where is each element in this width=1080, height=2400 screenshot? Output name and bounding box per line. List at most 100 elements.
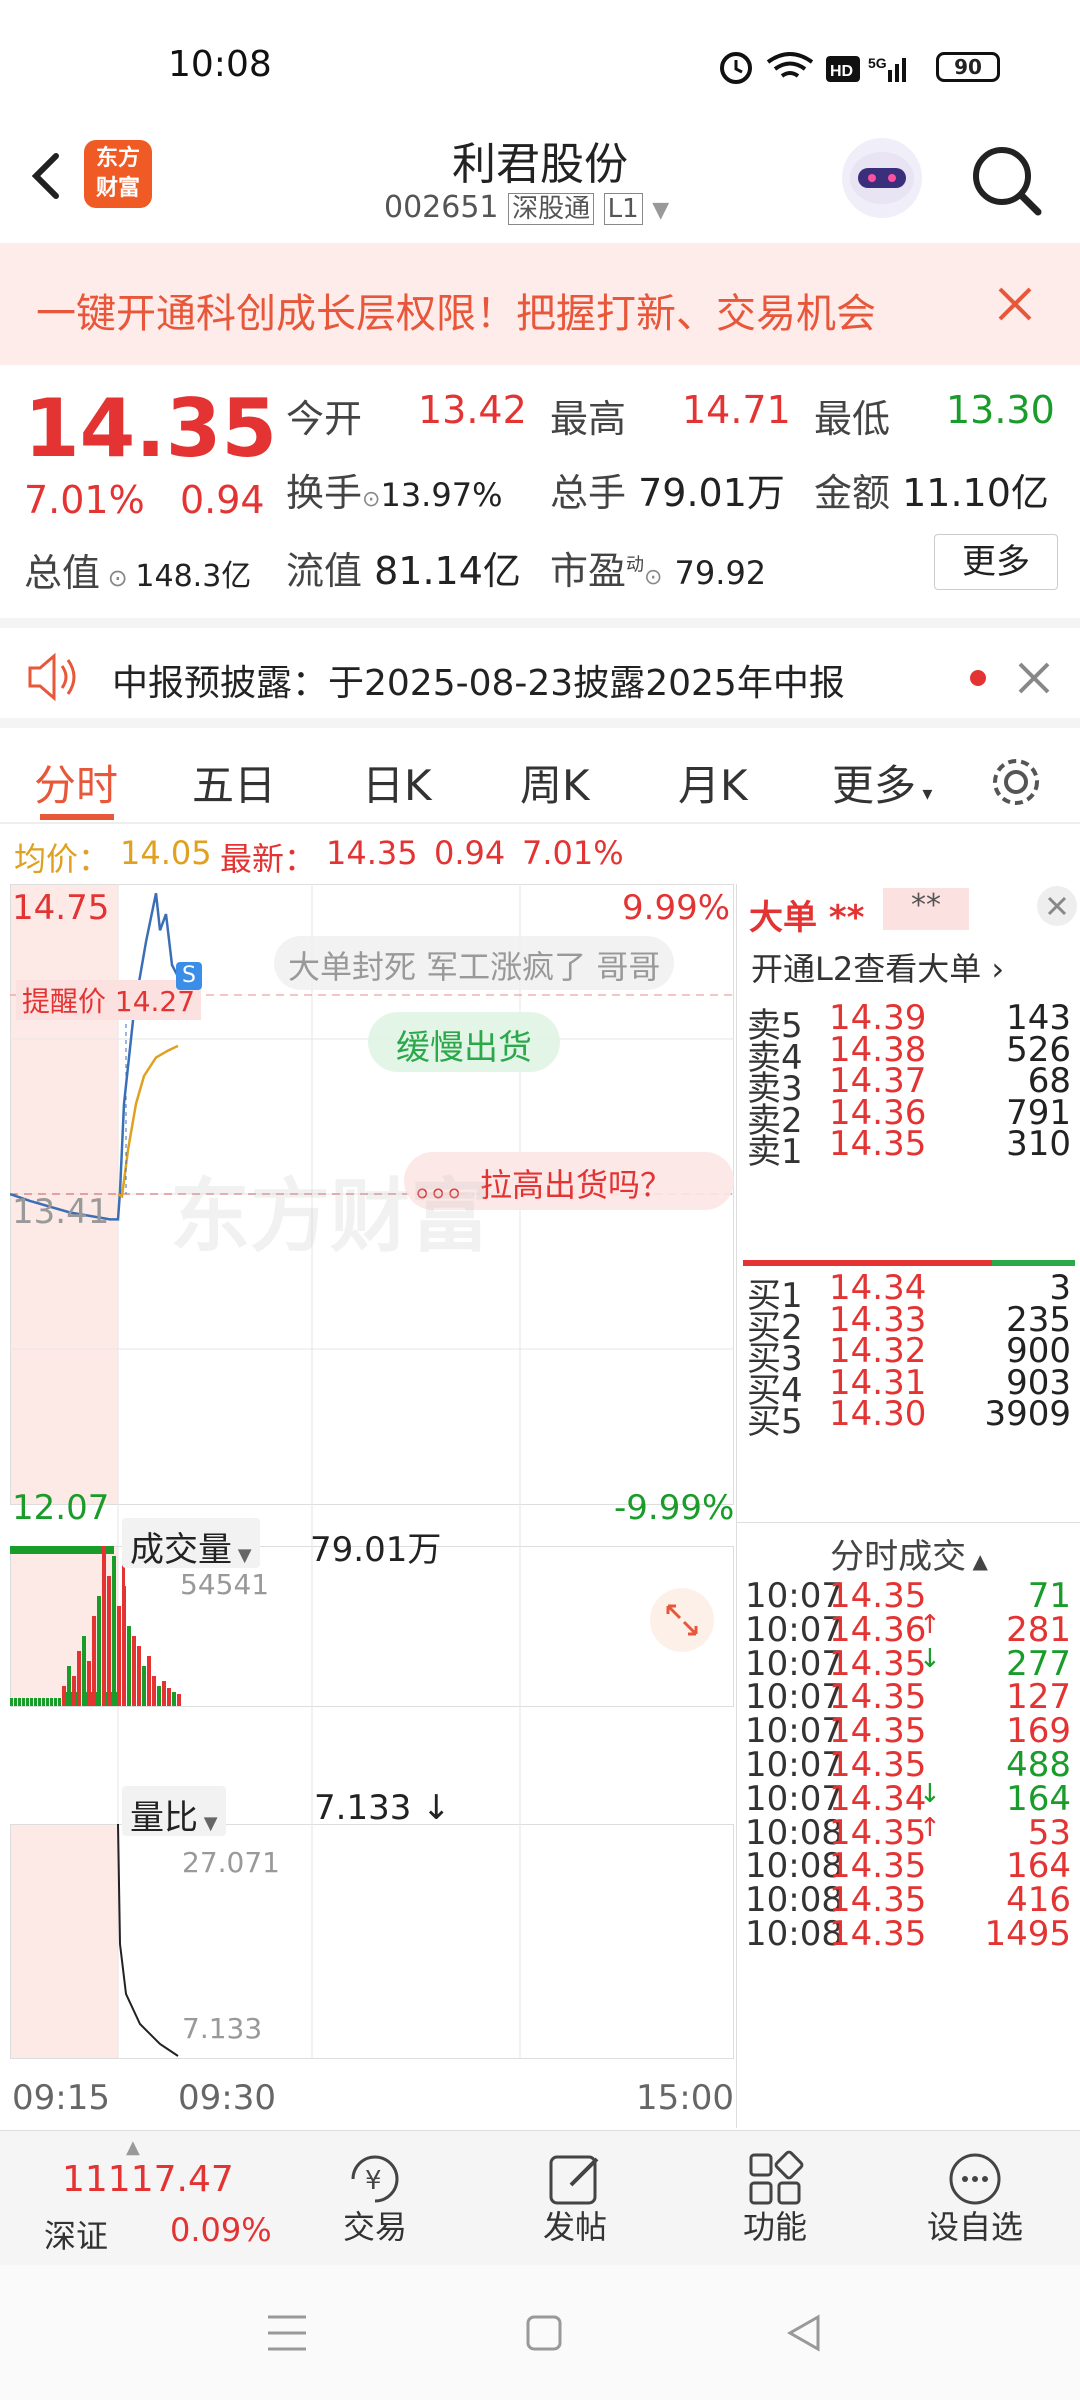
index-ticker[interactable]: ▲ 11117.47 深证 0.09%	[0, 2131, 280, 2266]
volume-bar	[97, 1596, 101, 1706]
level-tag: L1	[603, 193, 643, 225]
volume-bar	[117, 1606, 121, 1706]
mktcap-label: 总值 ⊙ 148.3亿	[24, 542, 251, 597]
unread-dot	[970, 670, 986, 686]
nav-post[interactable]: 发帖	[475, 2131, 675, 2266]
earnings-notice[interactable]: 中报预披露：于2025-08-23披露2025年中报	[0, 618, 1080, 718]
volume-bar	[14, 1698, 17, 1706]
trades-title: 分时成交	[830, 1537, 967, 1577]
volume-indicator-selector[interactable]: 成交量 ▼	[122, 1518, 260, 1570]
connect-tag: 深股通	[508, 193, 595, 225]
tab-monthly-k[interactable]: 月K	[678, 752, 748, 813]
robot-assistant-icon[interactable]	[842, 138, 922, 218]
back-icon[interactable]	[16, 136, 76, 216]
volume-bar	[18, 1698, 21, 1706]
order-book-panel: 大单 ** ** 开通L2查看大单 › 卖5 14.39 143 卖4 14.38 526…	[736, 884, 1080, 2128]
active-tab-underline	[40, 814, 114, 820]
volume-bar	[58, 1698, 61, 1706]
volume-bar	[10, 1546, 114, 1554]
tab-five-day[interactable]: 五日	[192, 752, 276, 813]
signal-s-badge[interactable]: S	[176, 962, 202, 990]
large-order-masked: **	[883, 888, 969, 930]
prev-close-label: 13.41	[12, 1192, 110, 1232]
info-icon[interactable]: ⊙	[362, 487, 380, 512]
change-pct: 7.01%	[24, 478, 145, 522]
expand-icon[interactable]	[650, 1588, 714, 1652]
stock-code-row[interactable]: 002651 深股通 L1 ▼	[384, 188, 704, 225]
y-max-label: 14.75	[12, 888, 110, 928]
bottom-nav: ▲ 11117.47 深证 0.09% ¥ 交易 发帖 功能 设自选	[0, 2130, 1080, 2265]
volume-bar	[162, 1681, 166, 1706]
volume-bar	[87, 1661, 91, 1706]
avg-value: 14.05	[120, 834, 212, 872]
volume-bar	[22, 1698, 25, 1706]
volume-bar	[122, 1546, 125, 1706]
volume-total: 79.01万	[310, 1530, 442, 1570]
ask-level-row[interactable]: 卖1 14.35 310	[737, 1120, 1080, 1172]
close-icon[interactable]	[990, 279, 1040, 329]
alert-price-label[interactable]: 提醒价 14.27	[16, 980, 202, 1020]
float-label: 流值	[286, 549, 363, 593]
more-button[interactable]: 更多	[934, 534, 1058, 590]
amount-label: 金额	[814, 471, 891, 515]
stock-name: 利君股份	[452, 139, 628, 190]
info-icon[interactable]: ⊙	[100, 564, 135, 592]
volume-bar	[46, 1698, 49, 1706]
home-icon[interactable]	[520, 2309, 568, 2357]
volume-ratio-line	[117, 1823, 179, 2057]
volume-bar	[147, 1656, 151, 1706]
trade-price: 14.35	[829, 1914, 927, 1954]
price-summary-line: 均价： 14.05 最新： 14.35 0.94 7.01%	[0, 826, 1080, 882]
float-row: 流值 81.14亿	[286, 540, 521, 595]
logo-line1: 东方	[95, 146, 140, 171]
volume-bar	[137, 1646, 141, 1706]
intraday-chart[interactable]: 14.75 12.07 9.99% -9.99% 13.41 提醒价 14.27…	[9, 884, 734, 2128]
nav-trade[interactable]: ¥ 交易	[275, 2131, 475, 2266]
ratio-value: 7.133 ↓	[314, 1788, 451, 1828]
status-bar: 10:08 HD 5G 90	[0, 0, 1080, 120]
trade-arrow-icon: ↓	[919, 1778, 941, 1809]
nav-features[interactable]: 功能	[675, 2131, 875, 2266]
large-order-label: 大单	[749, 898, 817, 938]
volume-bar	[132, 1636, 136, 1706]
l2-link-text: 开通L2查看大单	[751, 950, 982, 988]
nav-features-label: 功能	[742, 2208, 807, 2246]
volume-label: 总手	[550, 471, 627, 515]
search-icon[interactable]	[966, 140, 1046, 220]
pct-max-label: 9.99%	[622, 888, 731, 928]
back-nav-icon[interactable]	[780, 2309, 828, 2357]
volume-bar	[92, 1616, 96, 1706]
volume-bar	[30, 1698, 33, 1706]
comment-bubble-2[interactable]: 缓慢出货	[368, 1012, 560, 1072]
tab-weekly-k[interactable]: 周K	[520, 752, 590, 813]
volume-bar	[34, 1698, 37, 1706]
bid-level-row[interactable]: 买5 14.30 3909	[737, 1390, 1080, 1442]
tab-more[interactable]: 更多 ▾	[832, 752, 932, 813]
nav-add-watchlist[interactable]: 设自选	[875, 2131, 1075, 2266]
settings-gear-icon[interactable]	[988, 754, 1044, 810]
time-end-label: 15:00	[636, 2078, 734, 2118]
ask-volume: 310	[1006, 1124, 1071, 1164]
close-icon[interactable]	[1014, 658, 1054, 698]
comment-bubble-1[interactable]: 大单封死 军工涨疯了 哥哥	[274, 936, 675, 990]
close-icon[interactable]	[1037, 886, 1077, 926]
promo-banner[interactable]: 一键开通科创成长层权限！把握打新、交易机会	[0, 243, 1080, 365]
volume-bar	[77, 1651, 81, 1706]
volume-bar	[26, 1698, 29, 1706]
high-value: 14.71	[682, 388, 791, 432]
amount-value: 11.10亿	[902, 471, 1049, 515]
ratio-indicator-selector[interactable]: 量比 ▼	[122, 1786, 226, 1838]
pe-sup: 动	[626, 554, 645, 576]
tab-timeshare[interactable]: 分时	[34, 752, 118, 813]
quote-panel: 14.35 7.01% 0.94 总值 ⊙ 148.3亿 今开 13.42 最高…	[0, 366, 1080, 610]
l2-upgrade-link[interactable]: 开通L2查看大单 ›	[751, 944, 1004, 990]
trades-header[interactable]: 分时成交 ▲	[737, 1522, 1080, 1578]
turnover-value: 13.97%	[380, 476, 503, 514]
tab-daily-k[interactable]: 日K	[362, 752, 432, 813]
low-value: 13.30	[946, 388, 1055, 432]
clock: 10:08	[168, 44, 272, 85]
menu-icon[interactable]	[262, 2311, 312, 2355]
eastmoney-logo[interactable]: 东方 财富	[84, 140, 152, 208]
large-order-title: 大单 **	[749, 890, 864, 939]
info-icon[interactable]: ⊙	[644, 565, 662, 590]
